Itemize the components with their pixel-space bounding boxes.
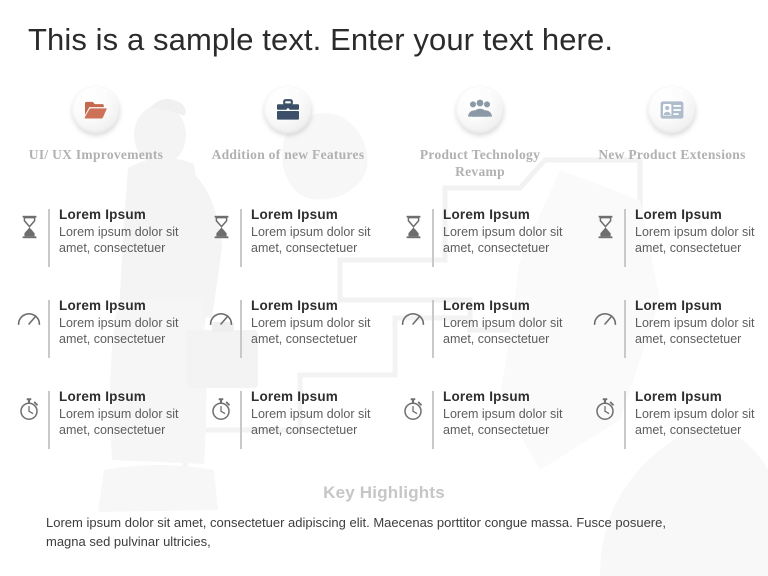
hourglass-icon: [204, 206, 238, 248]
list-item[interactable]: Lorem Ipsum Lorem ipsum dolor sit amet, …: [192, 382, 384, 473]
cell-text: Lorem Ipsum Lorem ipsum dolor sit amet, …: [59, 206, 189, 256]
item-title: Lorem Ipsum: [59, 207, 146, 222]
category-column-extensions[interactable]: New Product Extensions: [576, 86, 768, 186]
item-description: Lorem ipsum dolor sit amet, consectetuer: [251, 407, 371, 437]
category-header-row: UI/ UX Improvements Addition of new Feat…: [0, 86, 768, 186]
item-title: Lorem Ipsum: [59, 389, 146, 404]
category-label: Addition of new Features: [211, 147, 365, 162]
list-item[interactable]: Lorem Ipsum Lorem ipsum dolor sit amet, …: [576, 382, 768, 473]
gauge-icon: [588, 297, 622, 339]
cell-text: Lorem Ipsum Lorem ipsum dolor sit amet, …: [59, 297, 189, 347]
category-icon-badge[interactable]: [456, 86, 504, 134]
cell-text: Lorem Ipsum Lorem ipsum dolor sit amet, …: [635, 297, 765, 347]
hourglass-icon: [12, 206, 46, 248]
folder-open-icon: [84, 101, 107, 119]
category-column-technology[interactable]: Product Technology Revamp: [384, 86, 576, 186]
content-grid: Lorem Ipsum Lorem ipsum dolor sit amet, …: [0, 200, 768, 475]
table-row: Lorem Ipsum Lorem ipsum dolor sit amet, …: [0, 200, 768, 291]
cell-divider: [624, 391, 626, 449]
category-icon-badge[interactable]: [72, 86, 120, 134]
category-label: New Product Extensions: [598, 147, 746, 162]
table-row: Lorem Ipsum Lorem ipsum dolor sit amet, …: [0, 291, 768, 382]
gauge-icon: [204, 297, 238, 339]
slide-canvas: This is a sample text. Enter your text h…: [0, 0, 768, 576]
item-title: Lorem Ipsum: [443, 389, 530, 404]
item-title: Lorem Ipsum: [251, 207, 338, 222]
hourglass-icon: [396, 206, 430, 248]
item-title: Lorem Ipsum: [635, 389, 722, 404]
item-title: Lorem Ipsum: [635, 298, 722, 313]
list-item[interactable]: Lorem Ipsum Lorem ipsum dolor sit amet, …: [384, 382, 576, 473]
item-title: Lorem Ipsum: [443, 298, 530, 313]
item-title: Lorem Ipsum: [635, 207, 722, 222]
page-title: This is a sample text. Enter your text h…: [28, 22, 614, 57]
cell-divider: [432, 300, 434, 358]
item-description: Lorem ipsum dolor sit amet, consectetuer: [59, 225, 179, 255]
item-description: Lorem ipsum dolor sit amet, consectetuer: [635, 225, 755, 255]
cell-divider: [432, 209, 434, 267]
category-label: Product Technology Revamp: [419, 147, 541, 179]
cell-divider: [48, 209, 50, 267]
category-column-ui-ux[interactable]: UI/ UX Improvements: [0, 86, 192, 186]
item-title: Lorem Ipsum: [59, 298, 146, 313]
hourglass-icon: [588, 206, 622, 248]
people-group-icon: [468, 99, 492, 117]
stopwatch-icon: [204, 388, 238, 430]
cell-divider: [240, 300, 242, 358]
item-description: Lorem ipsum dolor sit amet, consectetuer: [59, 316, 179, 346]
cell-divider: [624, 300, 626, 358]
briefcase-icon: [277, 99, 299, 120]
cell-text: Lorem Ipsum Lorem ipsum dolor sit amet, …: [59, 388, 189, 438]
item-description: Lorem ipsum dolor sit amet, consectetuer: [251, 316, 371, 346]
id-badge-icon: [660, 101, 684, 119]
list-item[interactable]: Lorem Ipsum Lorem ipsum dolor sit amet, …: [384, 291, 576, 382]
item-description: Lorem ipsum dolor sit amet, consectetuer: [443, 316, 563, 346]
list-item[interactable]: Lorem Ipsum Lorem ipsum dolor sit amet, …: [576, 291, 768, 382]
item-title: Lorem Ipsum: [251, 298, 338, 313]
list-item[interactable]: Lorem Ipsum Lorem ipsum dolor sit amet, …: [576, 200, 768, 291]
cell-text: Lorem Ipsum Lorem ipsum dolor sit amet, …: [251, 206, 381, 256]
table-row: Lorem Ipsum Lorem ipsum dolor sit amet, …: [0, 382, 768, 473]
stopwatch-icon: [588, 388, 622, 430]
cell-divider: [624, 209, 626, 267]
cell-text: Lorem Ipsum Lorem ipsum dolor sit amet, …: [443, 206, 573, 256]
cell-text: Lorem Ipsum Lorem ipsum dolor sit amet, …: [443, 388, 573, 438]
key-highlights-body: Lorem ipsum dolor sit amet, consectetuer…: [46, 515, 666, 549]
item-description: Lorem ipsum dolor sit amet, consectetuer: [635, 407, 755, 437]
cell-text: Lorem Ipsum Lorem ipsum dolor sit amet, …: [635, 388, 765, 438]
cell-text: Lorem Ipsum Lorem ipsum dolor sit amet, …: [443, 297, 573, 347]
cell-divider: [48, 300, 50, 358]
cell-text: Lorem Ipsum Lorem ipsum dolor sit amet, …: [635, 206, 765, 256]
key-highlights-heading: Key Highlights: [323, 483, 445, 502]
gauge-icon: [396, 297, 430, 339]
item-description: Lorem ipsum dolor sit amet, consectetuer: [59, 407, 179, 437]
item-description: Lorem ipsum dolor sit amet, consectetuer: [635, 316, 755, 346]
item-description: Lorem ipsum dolor sit amet, consectetuer: [443, 407, 563, 437]
item-description: Lorem ipsum dolor sit amet, consectetuer: [251, 225, 371, 255]
cell-divider: [240, 391, 242, 449]
category-label: UI/ UX Improvements: [28, 147, 164, 162]
list-item[interactable]: Lorem Ipsum Lorem ipsum dolor sit amet, …: [192, 200, 384, 291]
category-icon-badge[interactable]: [264, 86, 312, 134]
cell-divider: [432, 391, 434, 449]
list-item[interactable]: Lorem Ipsum Lorem ipsum dolor sit amet, …: [0, 382, 192, 473]
category-icon-badge[interactable]: [648, 86, 696, 134]
cell-divider: [48, 391, 50, 449]
list-item[interactable]: Lorem Ipsum Lorem ipsum dolor sit amet, …: [0, 291, 192, 382]
stopwatch-icon: [12, 388, 46, 430]
item-description: Lorem ipsum dolor sit amet, consectetuer: [443, 225, 563, 255]
cell-text: Lorem Ipsum Lorem ipsum dolor sit amet, …: [251, 388, 381, 438]
item-title: Lorem Ipsum: [251, 389, 338, 404]
list-item[interactable]: Lorem Ipsum Lorem ipsum dolor sit amet, …: [192, 291, 384, 382]
item-title: Lorem Ipsum: [443, 207, 530, 222]
list-item[interactable]: Lorem Ipsum Lorem ipsum dolor sit amet, …: [0, 200, 192, 291]
stopwatch-icon: [396, 388, 430, 430]
category-column-features[interactable]: Addition of new Features: [192, 86, 384, 186]
cell-divider: [240, 209, 242, 267]
gauge-icon: [12, 297, 46, 339]
list-item[interactable]: Lorem Ipsum Lorem ipsum dolor sit amet, …: [384, 200, 576, 291]
cell-text: Lorem Ipsum Lorem ipsum dolor sit amet, …: [251, 297, 381, 347]
